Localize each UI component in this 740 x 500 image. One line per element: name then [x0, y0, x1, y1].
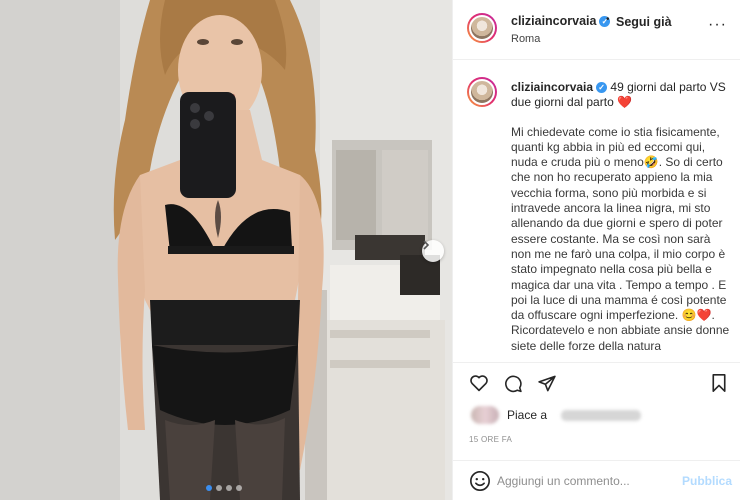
heart-outline-icon[interactable]	[469, 374, 489, 392]
follow-status-button[interactable]: Segui già	[616, 15, 672, 29]
caption-line: stato impegnato nella cosa più bella e	[511, 262, 712, 277]
carousel-dot	[236, 485, 242, 491]
caption-line: quanti kg abbia in più ed eccomi qui,	[511, 139, 706, 154]
comment-bar: Pubblica	[453, 460, 740, 500]
liker-avatars[interactable]	[471, 406, 499, 424]
carousel-dot	[226, 485, 232, 491]
liker-username-blurred[interactable]	[561, 410, 641, 421]
post-details-panel: cliziaincorvaia ✓ • Segui già Roma ··· cl…	[452, 0, 740, 500]
verified-badge-icon: ✓	[596, 82, 608, 94]
publish-button[interactable]: Pubblica	[682, 474, 732, 488]
post-action-bar	[453, 362, 740, 402]
caption-username[interactable]: cliziaincorvaia	[511, 80, 593, 94]
post-photo[interactable]	[0, 0, 452, 500]
likes-summary: Piace a	[469, 402, 739, 428]
carousel-dot	[206, 485, 212, 491]
heart-emoji: ❤️	[617, 95, 633, 110]
bookmark-icon[interactable]	[711, 374, 727, 392]
caption-line: allenando da due giorni e spero di poter	[511, 216, 723, 231]
post-location[interactable]: Roma	[511, 33, 540, 45]
author-username[interactable]: cliziaincorvaia ✓	[511, 14, 611, 28]
author-username-text[interactable]: cliziaincorvaia	[511, 14, 596, 28]
likes-prefix: Piace a	[507, 408, 548, 422]
caption-line: Mi chiedevate come io stia fisicamente,	[511, 124, 720, 139]
caption-author-avatar[interactable]	[467, 77, 497, 107]
carousel-dot	[216, 485, 222, 491]
chevron-right-icon	[423, 240, 430, 250]
caption-body: Mi chiedevate come io stia fisicamente, …	[511, 125, 733, 354]
caption-title: cliziaincorvaia ✓ 49 giorni dal parto VS …	[511, 80, 733, 111]
more-options-button[interactable]: ···	[708, 16, 727, 34]
carousel-indicator	[206, 485, 242, 491]
post-caption: cliziaincorvaia ✓ 49 giorni dal parto VS …	[511, 80, 733, 354]
paper-plane-icon[interactable]	[537, 374, 557, 393]
follow-separator: •	[606, 14, 610, 25]
author-avatar[interactable]	[467, 13, 497, 43]
mirror-selfie-image	[0, 0, 452, 500]
smiley-icon[interactable]	[469, 470, 491, 492]
comment-input[interactable]	[497, 472, 677, 490]
caption-line: nuda e cruda più o meno🤣. So di certo	[511, 155, 723, 170]
caption-line: vecchia forma, sono più morbida e si	[511, 185, 707, 200]
post-timestamp[interactable]: 15 ORE FA	[469, 435, 512, 444]
caption-line: magica dar una vita . Tempo a tempo .	[511, 277, 719, 292]
caption-line: che non ho recuperato appieno la mia	[511, 170, 713, 185]
caption-line: me ne farò una colpa, il mio corpo è	[534, 246, 726, 261]
carousel-next-button[interactable]	[422, 240, 444, 262]
caption-line: intravede ancora la linea nigra, mi sto	[511, 201, 711, 216]
post-header: cliziaincorvaia ✓ • Segui già Roma ···	[453, 0, 740, 60]
comment-bubble-icon[interactable]	[503, 374, 523, 393]
